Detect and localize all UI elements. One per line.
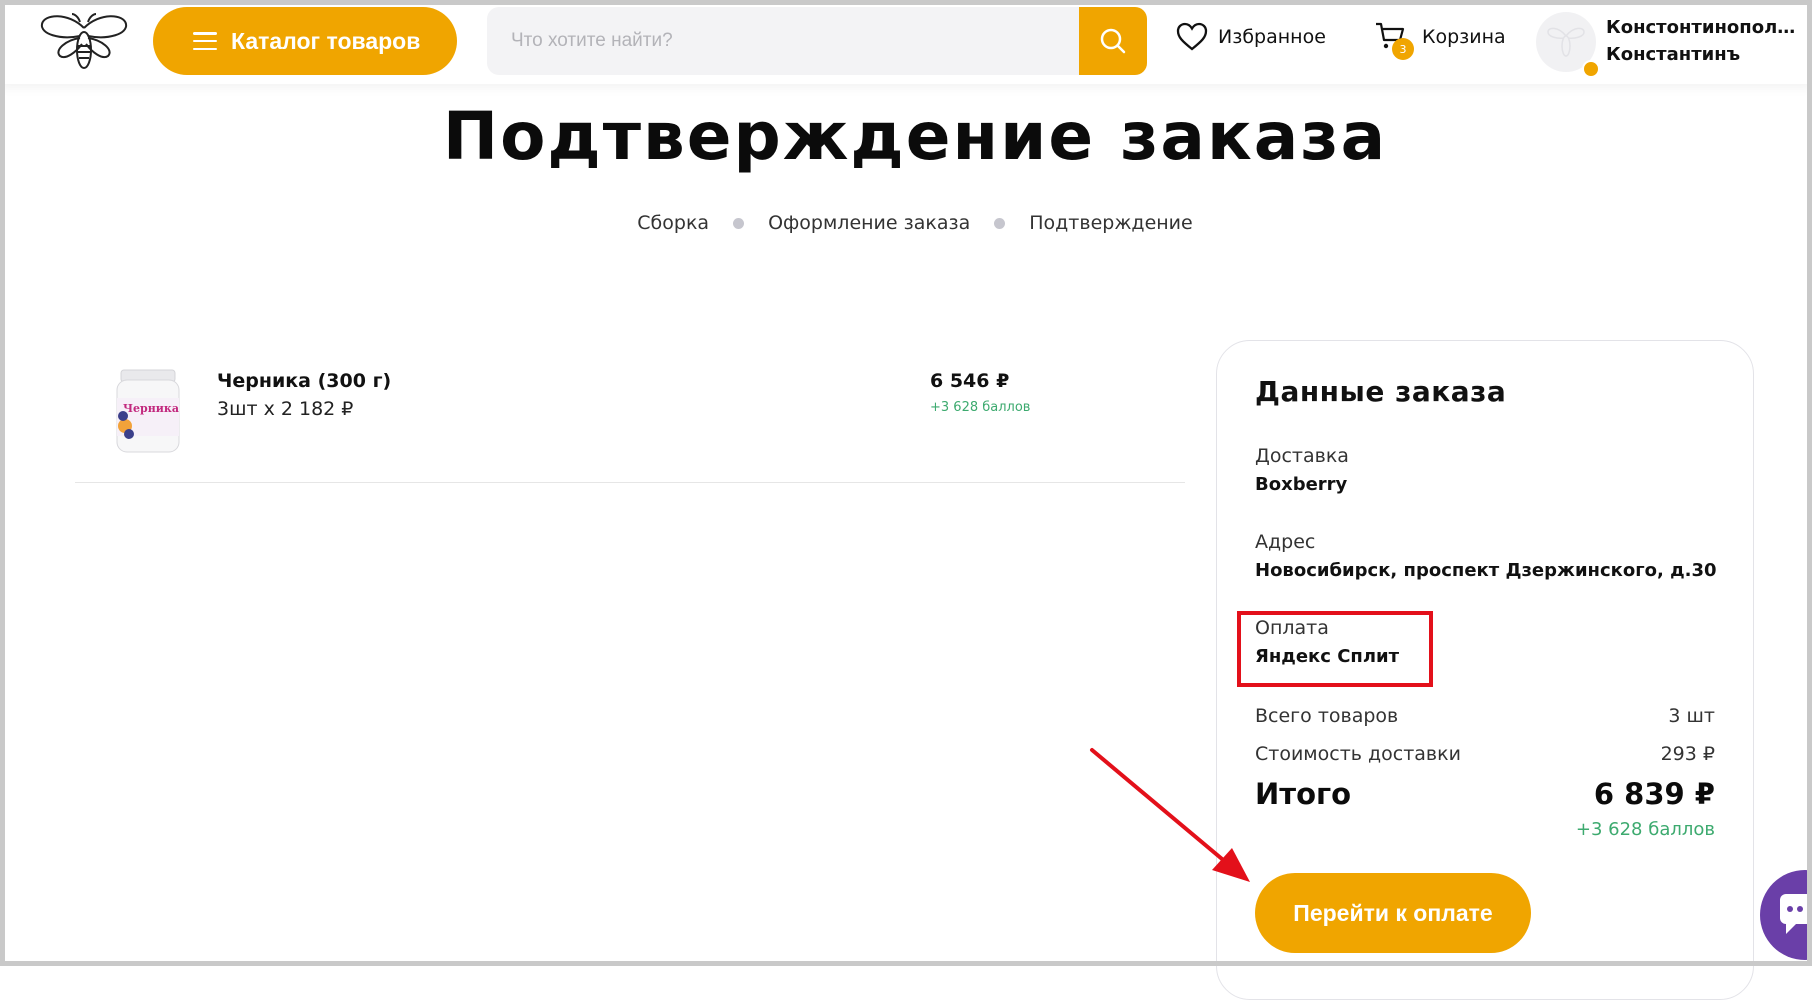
delivery-value: Boxberry [1255, 474, 1348, 495]
items-count-value: 3 шт [1668, 705, 1715, 727]
annotation-arrow-icon [1090, 748, 1250, 882]
catalog-button-label: Каталог товаров [231, 27, 421, 54]
page-title: Подтверждение заказа [442, 98, 1388, 175]
menu-icon [193, 32, 217, 50]
delivery-label: Доставка [1255, 445, 1349, 467]
total-label: Итого [1255, 777, 1352, 811]
cart-link[interactable]: 3 Корзина [1374, 20, 1506, 60]
cart-count-badge: 3 [1392, 38, 1414, 60]
shipping-cost-row: Стоимость доставки 293 ₽ [1255, 743, 1715, 765]
order-item-row: Черника Черника (300 г) 3шт x 2 182 ₽ 6 … [75, 348, 1185, 483]
total-row: Итого 6 839 ₽ [1255, 777, 1715, 811]
chat-icon [1780, 894, 1812, 934]
search-input[interactable] [487, 7, 1077, 75]
total-bonus: +3 628 баллов [1575, 819, 1715, 840]
order-summary-card: Данные заказа Доставка Boxberry Адрес Но… [1216, 340, 1754, 1000]
user-profile[interactable]: Констонтинопол… Константинъ [1536, 10, 1806, 78]
search-button[interactable] [1079, 7, 1147, 75]
product-price: 6 546 ₽ [930, 370, 1010, 392]
payment-label: Оплата [1255, 617, 1329, 639]
heart-icon [1176, 22, 1208, 51]
items-count-label: Всего товаров [1255, 705, 1399, 727]
site-header: Каталог товаров Избранное 3 Корзина [0, 0, 1812, 84]
step-separator-dot [733, 217, 745, 229]
user-name-line-1: Констонтинопол… [1606, 17, 1796, 38]
favorites-link[interactable]: Избранное [1176, 22, 1326, 52]
step-assembly[interactable]: Сборка [637, 212, 709, 234]
order-summary-title: Данные заказа [1255, 375, 1507, 408]
step-checkout[interactable]: Оформление заказа [768, 212, 970, 234]
bee-logo-icon[interactable] [38, 10, 130, 72]
search-icon [1100, 28, 1126, 54]
address-label: Адрес [1255, 531, 1316, 553]
chat-widget-button[interactable] [1760, 870, 1812, 960]
items-count-row: Всего товаров 3 шт [1255, 705, 1715, 727]
total-value: 6 839 ₽ [1593, 777, 1715, 811]
product-image[interactable]: Черника [113, 368, 183, 456]
step-separator-dot [994, 217, 1006, 229]
favorites-label: Избранное [1218, 26, 1326, 48]
product-image-label: Черника [123, 402, 179, 415]
step-confirmation: Подтверждение [1029, 212, 1193, 234]
checkout-steps: Сборка Оформление заказа Подтверждение [0, 212, 1812, 234]
shipping-cost-value: 293 ₽ [1660, 743, 1715, 765]
product-name[interactable]: Черника (300 г) [217, 370, 391, 392]
catalog-button[interactable]: Каталог товаров [153, 7, 457, 75]
go-to-payment-button[interactable]: Перейти к оплате [1255, 873, 1531, 953]
product-qty-price: 3шт x 2 182 ₽ [217, 398, 354, 420]
search-bar [487, 7, 1147, 75]
shipping-cost-label: Стоимость доставки [1255, 743, 1461, 765]
cart-label: Корзина [1422, 26, 1506, 48]
address-value: Новосибирск, проспект Дзержинского, д.30 [1255, 560, 1717, 581]
online-status-dot [1582, 60, 1600, 78]
payment-value: Яндекс Сплит [1255, 646, 1400, 667]
user-name-line-2: Константинъ [1606, 44, 1741, 65]
product-bonus: +3 628 баллов [930, 400, 1031, 415]
